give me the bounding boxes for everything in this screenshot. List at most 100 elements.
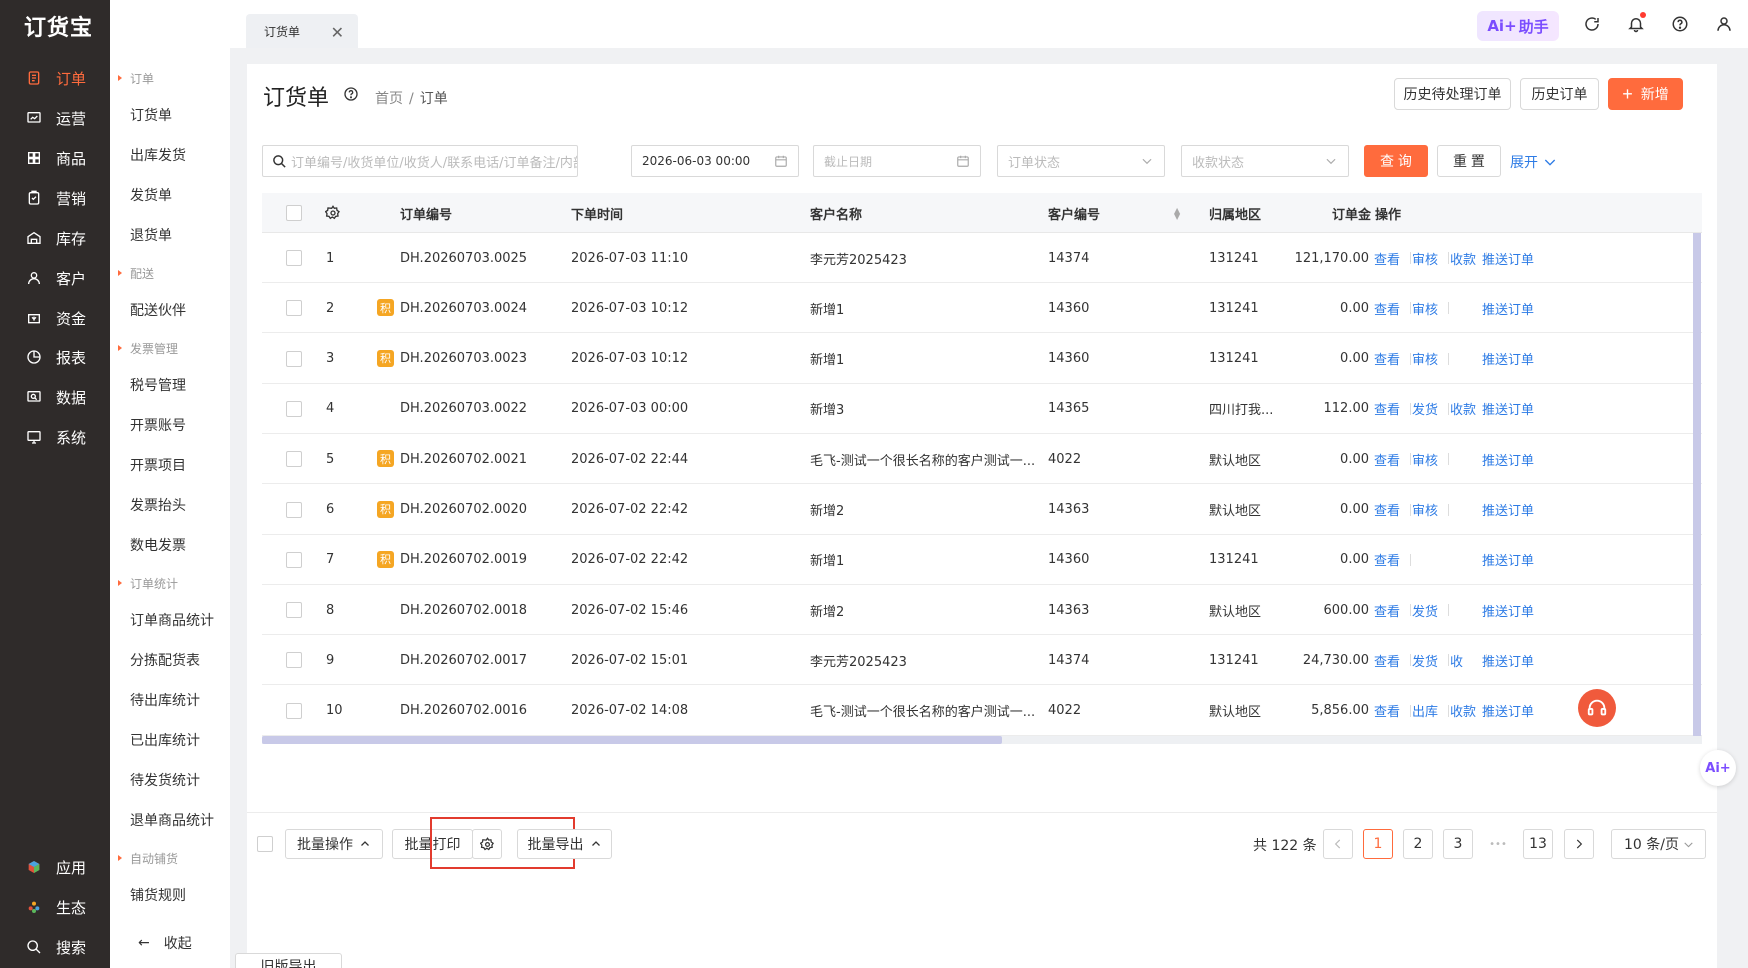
table-row[interactable]: 4 DH.20260703.0022 2026-07-03 00:00 新增3 1436…: [262, 383, 1702, 434]
nav-item-apps[interactable]: 应用: [0, 847, 110, 887]
user-icon[interactable]: [1714, 14, 1734, 34]
secondary-action-link[interactable]: 审核: [1412, 299, 1438, 318]
submenu-item[interactable]: 配送伙伴: [110, 292, 230, 328]
view-link[interactable]: 查看: [1374, 450, 1400, 469]
row-checkbox[interactable]: [286, 451, 302, 468]
add-order-button[interactable]: + 新增: [1608, 78, 1683, 110]
start-date-input[interactable]: 2026-06-03 00:00: [631, 145, 799, 177]
history-pending-orders-button[interactable]: 历史待处理订单: [1394, 78, 1511, 110]
reset-button[interactable]: 重 置: [1437, 145, 1501, 177]
ai-assistant-button[interactable]: Ai+ 助手: [1477, 11, 1559, 41]
secondary-action-link[interactable]: 审核: [1412, 349, 1438, 368]
horizontal-scrollbar-thumb[interactable]: [262, 736, 1002, 744]
column-settings-icon[interactable]: [325, 193, 341, 233]
nav-item-data[interactable]: 数据: [0, 377, 110, 417]
table-row[interactable]: 7 积 DH.20260702.0019 2026-07-02 22:42 新增1 143…: [262, 534, 1702, 585]
secondary-action-link[interactable]: 发货: [1412, 651, 1438, 670]
tab-orders[interactable]: 订货单 ✕: [246, 14, 358, 48]
push-order-link[interactable]: 推送订单: [1482, 500, 1534, 519]
row-checkbox[interactable]: [286, 702, 302, 719]
submenu-item[interactable]: 数电发票: [110, 527, 230, 563]
row-checkbox[interactable]: [286, 350, 302, 367]
table-row[interactable]: 6 积 DH.20260702.0020 2026-07-02 22:42 新增2 143…: [262, 484, 1702, 535]
vertical-scrollbar[interactable]: [1693, 233, 1701, 736]
view-link[interactable]: 查看: [1374, 651, 1400, 670]
view-link[interactable]: 查看: [1374, 349, 1400, 368]
page-size-select[interactable]: 10 条/页: [1611, 829, 1706, 859]
floating-ai-button[interactable]: Ai+: [1700, 750, 1736, 786]
bell-icon[interactable]: [1626, 12, 1646, 34]
secondary-action-link[interactable]: 出库: [1412, 701, 1438, 720]
nav-item-marketing[interactable]: 营销: [0, 178, 110, 218]
view-link[interactable]: 查看: [1374, 399, 1400, 418]
horizontal-scrollbar[interactable]: [262, 736, 1702, 744]
page-1[interactable]: 1: [1363, 829, 1393, 859]
prev-page-button[interactable]: [1323, 829, 1353, 859]
push-order-link[interactable]: 推送订单: [1482, 349, 1534, 368]
order-status-select[interactable]: 订单状态: [997, 145, 1165, 177]
next-page-button[interactable]: [1564, 829, 1594, 859]
secondary-action-link[interactable]: 发货: [1412, 601, 1438, 620]
row-checkbox[interactable]: [286, 300, 302, 317]
secondary-action-link[interactable]: 审核: [1412, 500, 1438, 519]
view-link[interactable]: 查看: [1374, 550, 1400, 569]
page-3[interactable]: 3: [1443, 829, 1473, 859]
push-order-link[interactable]: 推送订单: [1482, 249, 1534, 268]
nav-item-report[interactable]: 报表: [0, 337, 110, 377]
table-row[interactable]: 5 积 DH.20260702.0021 2026-07-02 22:44 毛飞-测试一…: [262, 434, 1702, 485]
history-orders-button[interactable]: 历史订单: [1520, 78, 1599, 110]
search-input[interactable]: 订单编号/收货单位/收货人/联系电话/订单备注/内部: [262, 145, 578, 177]
query-button[interactable]: 查 询: [1364, 145, 1428, 177]
end-date-input[interactable]: 截止日期: [813, 145, 981, 177]
push-order-link[interactable]: 推送订单: [1482, 550, 1534, 569]
table-row[interactable]: 10 DH.20260702.0016 2026-07-02 14:08 毛飞-测试一…: [262, 685, 1702, 736]
payment-link[interactable]: 收款: [1450, 249, 1476, 268]
payment-link[interactable]: 收款: [1450, 399, 1476, 418]
push-order-link[interactable]: 推送订单: [1482, 701, 1534, 720]
payment-link[interactable]: 收: [1450, 651, 1463, 670]
select-all-checkbox[interactable]: [286, 205, 302, 221]
submenu-item[interactable]: 发票抬头: [110, 487, 230, 523]
payment-link[interactable]: 收款: [1450, 701, 1476, 720]
page-ellipsis[interactable]: •••: [1483, 829, 1513, 859]
push-order-link[interactable]: 推送订单: [1482, 450, 1534, 469]
table-row[interactable]: 1 DH.20260703.0025 2026-07-03 11:10 李元芳2025…: [262, 233, 1702, 283]
page-2[interactable]: 2: [1403, 829, 1433, 859]
help-circle-icon[interactable]: [343, 86, 359, 102]
nav-item-goods[interactable]: 商品: [0, 138, 110, 178]
push-order-link[interactable]: 推送订单: [1482, 299, 1534, 318]
view-link[interactable]: 查看: [1374, 601, 1400, 620]
row-checkbox[interactable]: [286, 501, 302, 518]
submenu-item[interactable]: 退单商品统计: [110, 802, 230, 838]
submenu-item[interactable]: 分拣配货表: [110, 642, 230, 678]
sort-icon[interactable]: ▲ ▼: [1174, 193, 1180, 233]
row-checkbox[interactable]: [286, 652, 302, 669]
secondary-action-link[interactable]: 审核: [1412, 450, 1438, 469]
view-link[interactable]: 查看: [1374, 249, 1400, 268]
nav-item-search[interactable]: 搜索: [0, 927, 110, 967]
submenu-item[interactable]: 发货单: [110, 177, 230, 213]
table-row[interactable]: 2 积 DH.20260703.0024 2026-07-03 10:12 新增1 143…: [262, 283, 1702, 334]
push-order-link[interactable]: 推送订单: [1482, 651, 1534, 670]
expand-filters-button[interactable]: 展开: [1510, 152, 1558, 172]
refresh-icon[interactable]: [1582, 14, 1602, 34]
push-order-link[interactable]: 推送订单: [1482, 399, 1534, 418]
nav-item-warehouse[interactable]: 库存: [0, 218, 110, 258]
batch-export-button[interactable]: 批量导出: [517, 829, 612, 859]
breadcrumb-home[interactable]: 首页: [375, 91, 403, 107]
nav-item-order[interactable]: 订单: [0, 58, 110, 98]
payment-status-select[interactable]: 收款状态: [1181, 145, 1349, 177]
row-checkbox[interactable]: [286, 551, 302, 568]
submenu-item[interactable]: 出库发货: [110, 137, 230, 173]
submenu-item[interactable]: 税号管理: [110, 367, 230, 403]
table-row[interactable]: 3 积 DH.20260703.0023 2026-07-03 10:12 新增1 143…: [262, 333, 1702, 384]
customer-service-button[interactable]: [1578, 689, 1616, 727]
old-export-button[interactable]: 旧版导出: [235, 953, 342, 968]
view-link[interactable]: 查看: [1374, 500, 1400, 519]
submenu-item[interactable]: 铺货规则: [110, 877, 230, 913]
row-checkbox[interactable]: [286, 250, 302, 266]
submenu-item[interactable]: 开票项目: [110, 447, 230, 483]
footer-select-all-checkbox[interactable]: [257, 836, 273, 852]
secondary-action-link[interactable]: 发货: [1412, 399, 1438, 418]
view-link[interactable]: 查看: [1374, 701, 1400, 720]
